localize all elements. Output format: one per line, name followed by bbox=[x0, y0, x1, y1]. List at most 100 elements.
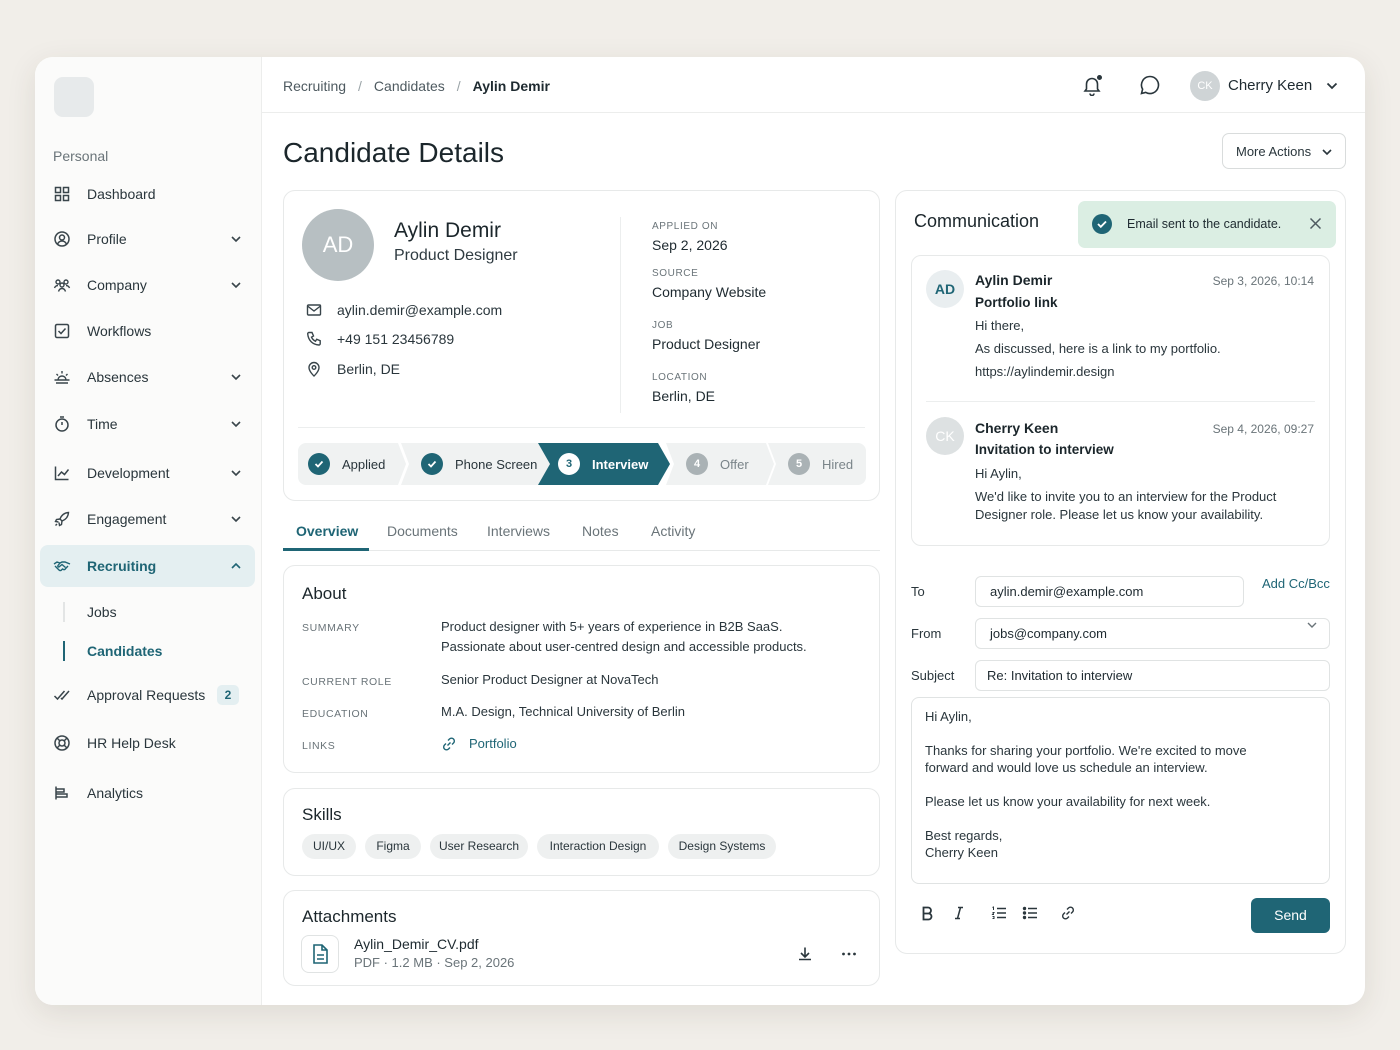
more-horizontal-icon[interactable] bbox=[840, 945, 858, 963]
sidebar-item-label: Dashboard bbox=[87, 186, 156, 202]
mail-icon bbox=[306, 304, 322, 316]
trend-chart-icon bbox=[54, 466, 70, 481]
close-icon[interactable] bbox=[1309, 217, 1322, 230]
sidebar-item-absences[interactable]: Absences bbox=[40, 356, 255, 398]
sidebar-item-hr-help-desk[interactable]: HR Help Desk bbox=[40, 722, 255, 764]
stage-applied[interactable]: Applied bbox=[298, 443, 406, 485]
sidebar-item-recruiting[interactable]: Recruiting bbox=[40, 545, 255, 587]
source-label: SOURCE bbox=[652, 268, 699, 279]
sidebar-item-company[interactable]: Company bbox=[40, 264, 255, 306]
stage-label: Offer bbox=[720, 456, 749, 472]
submenu-active-indicator bbox=[63, 641, 65, 661]
body-line: Hi Aylin, bbox=[925, 709, 972, 724]
to-field[interactable]: aylin.demir@example.com bbox=[975, 576, 1244, 607]
stage-label: Phone Screen bbox=[455, 456, 538, 472]
active-tab-indicator bbox=[283, 548, 369, 551]
detail-tabs: Overview Documents Interviews Notes Acti… bbox=[283, 515, 880, 551]
stage-hired[interactable]: 5 Hired bbox=[768, 443, 866, 485]
divider bbox=[620, 217, 621, 413]
location-value: Berlin, DE bbox=[652, 388, 716, 404]
applied-on-label: APPLIED ON bbox=[652, 221, 719, 232]
toast-message: Email sent to the candidate. bbox=[1127, 217, 1282, 231]
success-toast: Email sent to the candidate. bbox=[1078, 201, 1336, 248]
current-role-value: Senior Product Designer at NovaTech bbox=[441, 672, 659, 687]
chevron-down-icon[interactable] bbox=[1325, 79, 1339, 93]
sidebar-item-analytics[interactable]: Analytics bbox=[40, 772, 255, 814]
page-title: Candidate Details bbox=[283, 137, 505, 168]
bullet-list-icon[interactable] bbox=[1022, 905, 1038, 921]
candidate-name: Aylin Demir bbox=[394, 219, 501, 242]
sidebar-subitem-candidates[interactable]: Candidates bbox=[87, 643, 162, 659]
email-text: aylin.demir@example.com bbox=[337, 302, 503, 318]
tab-overview[interactable]: Overview bbox=[296, 523, 358, 539]
numbered-list-icon[interactable] bbox=[991, 905, 1007, 921]
double-check-icon bbox=[53, 690, 70, 701]
avatar[interactable]: CK bbox=[1190, 71, 1220, 101]
stage-label: Hired bbox=[822, 456, 854, 472]
chat-bubble-icon[interactable] bbox=[1139, 74, 1161, 96]
tab-interviews[interactable]: Interviews bbox=[487, 523, 550, 539]
job-value: Product Designer bbox=[652, 336, 761, 352]
user-name[interactable]: Cherry Keen bbox=[1228, 77, 1312, 94]
candidate-role: Product Designer bbox=[394, 247, 518, 264]
sidebar-item-workflows[interactable]: Workflows bbox=[40, 310, 255, 352]
file-name[interactable]: Aylin_Demir_CV.pdf bbox=[354, 936, 479, 952]
chevron-up-icon[interactable] bbox=[229, 559, 243, 573]
subject-field[interactable]: Re: Invitation to interview bbox=[975, 660, 1330, 691]
to-label: To bbox=[911, 584, 925, 599]
message-line: We'd like to invite you to an interview … bbox=[975, 489, 1277, 504]
file-document-icon bbox=[301, 935, 339, 973]
sidebar-item-profile[interactable]: Profile bbox=[40, 218, 255, 260]
sidebar-subitem-jobs[interactable]: Jobs bbox=[87, 604, 117, 620]
subject-label: Subject bbox=[911, 668, 955, 683]
portfolio-link[interactable]: Portfolio bbox=[441, 734, 517, 754]
contact-phone[interactable]: +49 151 23456789 bbox=[306, 331, 454, 347]
sidebar-item-approval-requests[interactable]: Approval Requests 2 bbox=[40, 674, 255, 716]
more-actions-button[interactable]: More Actions bbox=[1222, 133, 1346, 169]
skills-title: Skills bbox=[302, 805, 342, 824]
chevron-down-icon[interactable] bbox=[229, 278, 243, 292]
company-logo[interactable] bbox=[54, 77, 94, 117]
people-icon bbox=[53, 279, 71, 292]
message-line: Designer role. Please let us know your a… bbox=[975, 507, 1264, 522]
sidebar-item-development[interactable]: Development bbox=[40, 452, 255, 494]
chevron-down-icon[interactable] bbox=[229, 370, 243, 384]
tab-activity[interactable]: Activity bbox=[651, 523, 695, 539]
stage-number: 3 bbox=[558, 453, 580, 475]
tab-documents[interactable]: Documents bbox=[387, 523, 458, 539]
add-cc-bcc-link[interactable]: Add Cc/Bcc bbox=[1262, 576, 1330, 591]
skill-chip: UI/UX bbox=[302, 834, 356, 859]
education-label: EDUCATION bbox=[302, 708, 369, 720]
sidebar-item-label: Approval Requests bbox=[87, 687, 206, 703]
chevron-down-icon[interactable] bbox=[229, 466, 243, 480]
communication-title: Communication bbox=[914, 211, 1040, 231]
top-bar: Recruiting / Candidates / Aylin Demir CK… bbox=[262, 57, 1365, 113]
link-icon[interactable] bbox=[1060, 905, 1076, 921]
chevron-down-icon[interactable] bbox=[229, 417, 243, 431]
from-select[interactable]: jobs@company.com bbox=[975, 618, 1330, 649]
message-time: Sep 3, 2026, 10:14 bbox=[1212, 274, 1314, 288]
stage-phone-screen[interactable]: Phone Screen bbox=[401, 443, 551, 485]
stage-offer[interactable]: 4 Offer bbox=[666, 443, 774, 485]
send-button[interactable]: Send bbox=[1251, 898, 1330, 933]
sidebar-item-label: Engagement bbox=[87, 511, 167, 527]
italic-icon[interactable] bbox=[951, 905, 967, 921]
download-icon[interactable] bbox=[796, 945, 814, 963]
sidebar-item-label: HR Help Desk bbox=[87, 735, 176, 751]
bold-icon[interactable] bbox=[919, 905, 935, 921]
email-body-editor[interactable]: Hi Aylin, Thanks for sharing your portfo… bbox=[911, 697, 1330, 884]
breadcrumb: Recruiting / Candidates / Aylin Demir bbox=[283, 78, 550, 94]
summary-line-1: Product designer with 5+ years of experi… bbox=[441, 619, 783, 634]
tab-notes[interactable]: Notes bbox=[582, 523, 619, 539]
message-link[interactable]: https://aylindemir.design bbox=[975, 363, 1114, 381]
chevron-down-icon[interactable] bbox=[229, 512, 243, 526]
sidebar-item-engagement[interactable]: Engagement bbox=[40, 498, 255, 540]
sidebar-item-dashboard[interactable]: Dashboard bbox=[40, 173, 255, 215]
breadcrumb-recruiting[interactable]: Recruiting bbox=[283, 78, 346, 94]
breadcrumb-candidates[interactable]: Candidates bbox=[374, 78, 445, 94]
chevron-down-icon[interactable] bbox=[229, 232, 243, 246]
stage-interview[interactable]: 3 Interview bbox=[538, 443, 670, 485]
contact-email[interactable]: aylin.demir@example.com bbox=[306, 302, 502, 318]
sidebar-item-time[interactable]: Time bbox=[40, 403, 255, 445]
location-label: LOCATION bbox=[652, 372, 708, 383]
